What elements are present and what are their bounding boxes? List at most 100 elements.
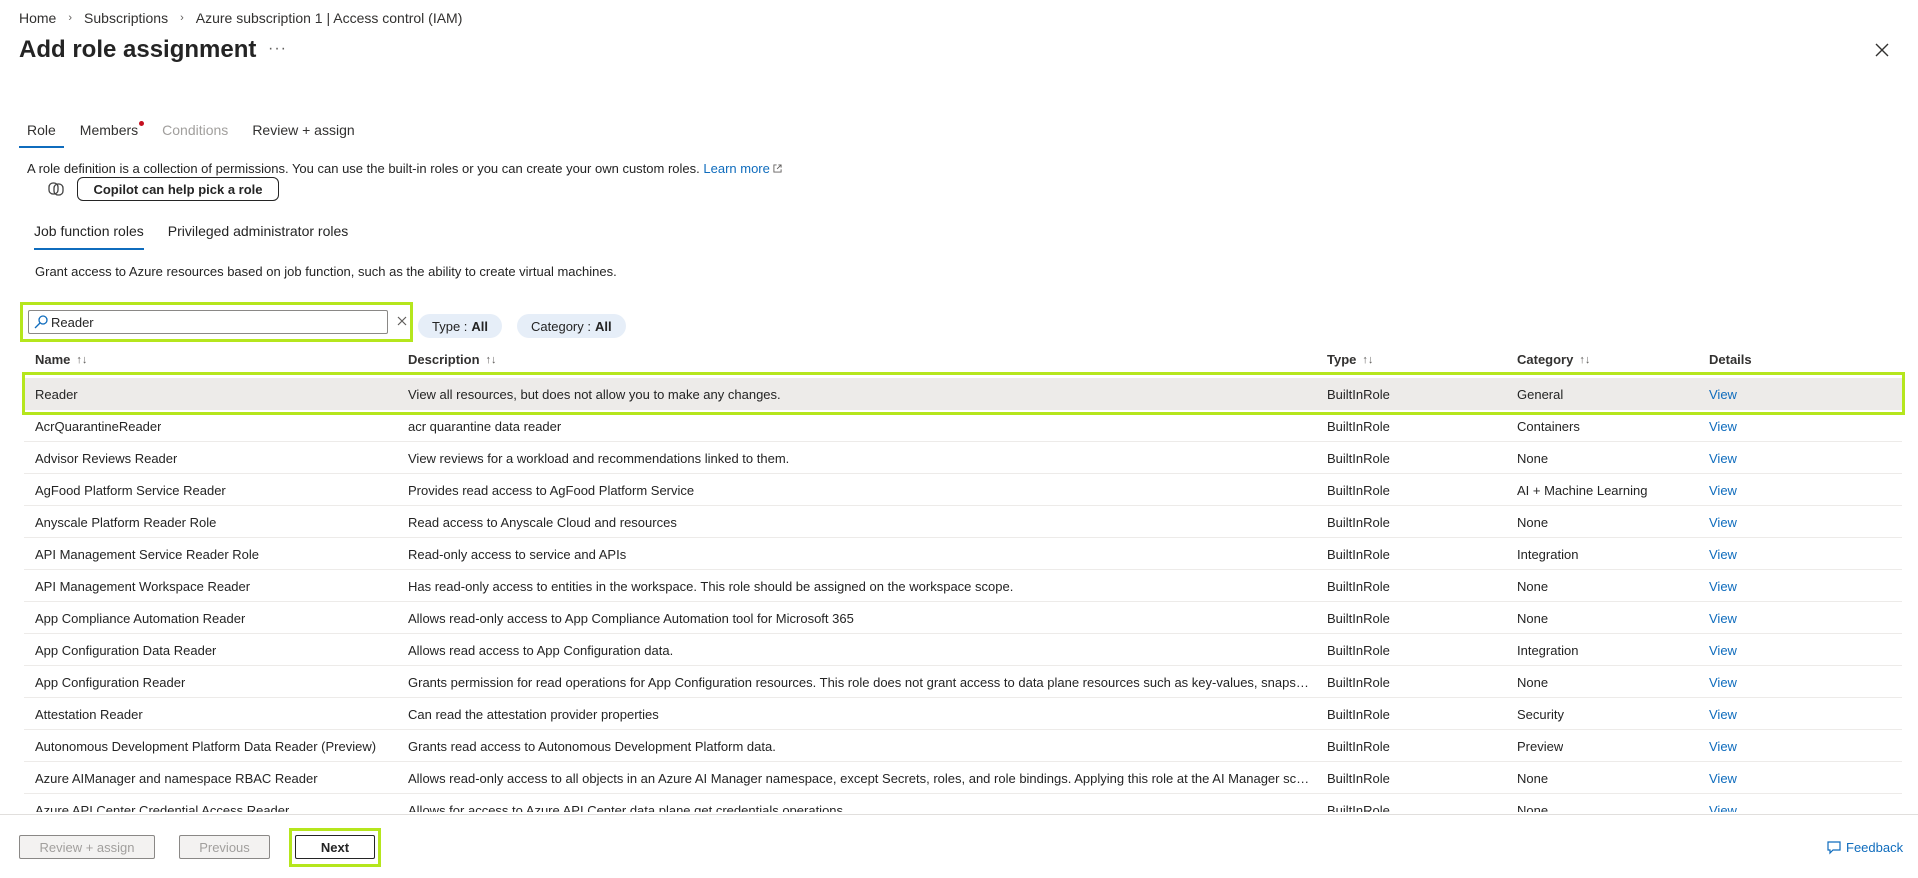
table-row[interactable]: App Configuration Data Reader Allows read…: [24, 634, 1902, 666]
feedback-icon: [1827, 841, 1841, 855]
previous-button[interactable]: Previous: [179, 835, 270, 859]
clear-search-icon[interactable]: [395, 314, 409, 328]
table-row[interactable]: Advisor Reviews Reader View reviews for a…: [24, 442, 1902, 474]
table-row[interactable]: Azure AIManager and namespace RBAC Reade…: [24, 762, 1902, 794]
table-row[interactable]: Azure API Center Credential Access Reade…: [24, 794, 1902, 812]
view-details-link[interactable]: View: [1709, 739, 1737, 754]
view-details-link[interactable]: View: [1709, 515, 1737, 530]
close-icon[interactable]: [1872, 40, 1892, 60]
tab-job-function-roles[interactable]: Job function roles: [34, 223, 144, 250]
view-details-link[interactable]: View: [1709, 611, 1737, 626]
sort-icon: ↑↓: [485, 353, 497, 366]
table-row[interactable]: API Management Workspace Reader Has read-…: [24, 570, 1902, 602]
more-options-icon[interactable]: ···: [268, 40, 287, 58]
role-description-cell: Provides read access to AgFood Platform …: [408, 483, 695, 498]
role-type-cell: BuiltInRole: [1327, 611, 1390, 626]
role-description-cell: Can read the attestation provider proper…: [408, 707, 659, 722]
tab-privileged-administrator-roles[interactable]: Privileged administrator roles: [168, 223, 349, 250]
view-details-link[interactable]: View: [1709, 483, 1737, 498]
role-description-cell: Has read-only access to entities in the …: [408, 579, 1014, 594]
search-highlight: [20, 302, 413, 342]
sort-icon: ↑↓: [1579, 353, 1591, 366]
filter-label: Type :: [432, 318, 468, 334]
role-type-cell: BuiltInRole: [1327, 451, 1390, 466]
table-row[interactable]: API Management Service Reader Role Read-o…: [24, 538, 1902, 570]
view-details-link[interactable]: View: [1709, 547, 1737, 562]
tab-label: Conditions: [162, 122, 229, 138]
view-details-link[interactable]: View: [1709, 387, 1737, 402]
filter-value: All: [471, 318, 489, 334]
role-name-cell: API Management Service Reader Role: [35, 547, 260, 562]
view-details-link[interactable]: View: [1709, 579, 1737, 594]
role-type-cell: BuiltInRole: [1327, 739, 1390, 754]
table-row[interactable]: Attestation Reader Can read the attestati…: [24, 698, 1902, 730]
view-details-link[interactable]: View: [1709, 451, 1737, 466]
review-assign-button[interactable]: Review + assign: [19, 835, 155, 859]
view-details-link[interactable]: View: [1709, 675, 1737, 690]
footer-divider: [0, 814, 1918, 815]
page-title: Add role assignment: [19, 36, 257, 63]
view-details-link[interactable]: View: [1709, 771, 1737, 786]
role-name-cell: AgFood Platform Service Reader: [35, 483, 226, 498]
table-row[interactable]: Anyscale Platform Reader Role Read access…: [24, 506, 1902, 538]
tab-conditions: Conditions: [154, 122, 236, 148]
role-name-cell: AcrQuarantineReader: [35, 419, 162, 434]
role-name-cell: Autonomous Development Platform Data Rea…: [35, 739, 377, 754]
role-category-cell: None: [1517, 515, 1549, 530]
role-description-cell: Allows read-only access to App Complianc…: [408, 611, 854, 626]
chevron-right-icon: ›: [68, 12, 73, 24]
table-row[interactable]: App Compliance Automation Reader Allows r…: [24, 602, 1902, 634]
role-name-cell: API Management Workspace Reader: [35, 579, 251, 594]
role-type-cell: BuiltInRole: [1327, 483, 1390, 498]
wizard-tabs: Role Members Conditions Review + assign: [19, 121, 371, 148]
roles-table-header: Name ↑↓ Description ↑↓ Type ↑↓ Category ↑↓ D…: [24, 352, 1904, 374]
copilot-icon: [48, 182, 64, 196]
column-label: Type: [1327, 352, 1357, 367]
column-header-description[interactable]: Description ↑↓: [408, 352, 497, 367]
category-filter-pill[interactable]: Category : All: [517, 314, 626, 338]
role-name-cell: Advisor Reviews Reader: [35, 451, 178, 466]
next-button[interactable]: Next: [295, 835, 375, 859]
role-description-cell: Grants permission for read operations fo…: [408, 675, 1316, 690]
role-category-cell: Containers: [1517, 419, 1580, 434]
role-name-cell: App Configuration Data Reader: [35, 643, 217, 658]
search-box: [28, 310, 388, 334]
column-header-details: Details: [1709, 352, 1752, 367]
sort-icon: ↑↓: [76, 353, 88, 366]
table-row[interactable]: Autonomous Development Platform Data Rea…: [24, 730, 1902, 762]
feedback-link[interactable]: Feedback: [1826, 839, 1903, 855]
table-row[interactable]: AcrQuarantineReader acr quarantine data r…: [24, 410, 1902, 442]
role-description-cell: acr quarantine data reader: [408, 419, 562, 434]
sort-icon: ↑↓: [1362, 353, 1374, 366]
role-type-cell: BuiltInRole: [1327, 771, 1390, 786]
tab-role[interactable]: Role: [19, 122, 64, 148]
tab-label: Review + assign: [252, 122, 355, 138]
breadcrumb-home[interactable]: Home: [19, 10, 56, 26]
role-name-cell: Anyscale Platform Reader Role: [35, 515, 217, 530]
view-details-link[interactable]: View: [1709, 707, 1737, 722]
table-row[interactable]: App Configuration Reader Grants permissio…: [24, 666, 1902, 698]
column-header-category[interactable]: Category ↑↓: [1517, 352, 1590, 367]
type-filter-pill[interactable]: Type : All: [418, 314, 503, 338]
role-category-cell: Integration: [1517, 547, 1579, 562]
role-type-cell: BuiltInRole: [1327, 387, 1390, 402]
view-details-link[interactable]: View: [1709, 643, 1737, 658]
role-type-cell: BuiltInRole: [1327, 515, 1390, 530]
copilot-help-button[interactable]: Copilot can help pick a role: [77, 177, 279, 201]
breadcrumb-subscriptions[interactable]: Subscriptions: [84, 10, 168, 26]
tab-review-assign[interactable]: Review + assign: [244, 122, 362, 148]
description-text: A role definition is a collection of per…: [27, 161, 700, 176]
search-input[interactable]: [51, 313, 381, 331]
table-row[interactable]: Reader View all resources, but does not a…: [24, 378, 1902, 410]
role-description-cell: View reviews for a workload and recommen…: [408, 451, 790, 466]
role-category-cell: AI + Machine Learning: [1517, 483, 1648, 498]
column-header-name[interactable]: Name ↑↓: [35, 352, 87, 367]
view-details-link[interactable]: View: [1709, 803, 1737, 812]
breadcrumb-iam[interactable]: Azure subscription 1 | Access control (I…: [196, 10, 463, 26]
tab-members[interactable]: Members: [72, 121, 146, 148]
learn-more-link[interactable]: Learn more: [703, 161, 782, 176]
view-details-link[interactable]: View: [1709, 419, 1737, 434]
column-header-type[interactable]: Type ↑↓: [1327, 352, 1373, 367]
column-label: Details: [1709, 352, 1752, 367]
table-row[interactable]: AgFood Platform Service Reader Provides r…: [24, 474, 1902, 506]
